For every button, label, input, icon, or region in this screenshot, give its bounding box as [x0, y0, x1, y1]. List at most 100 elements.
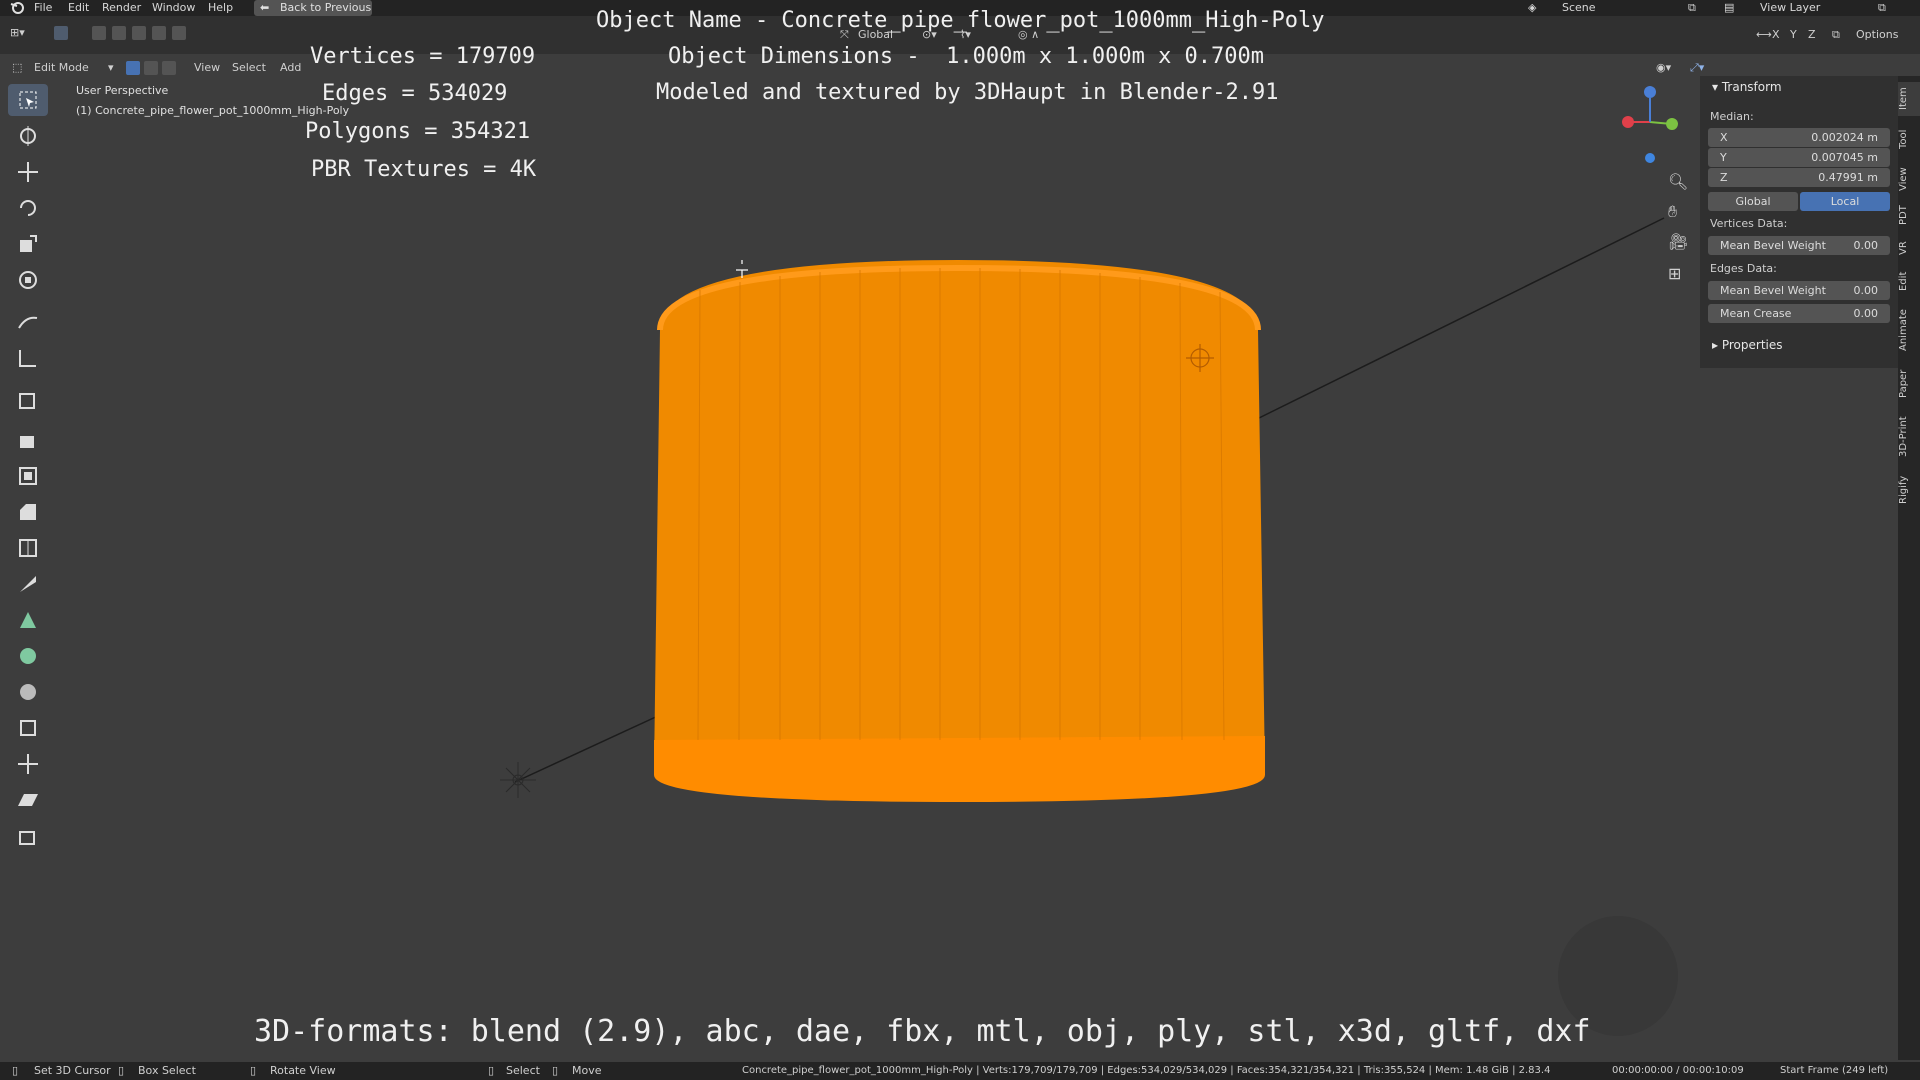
tab-vr[interactable]: VR [1898, 236, 1920, 260]
vertex-bevel-weight-field[interactable]: Mean Bevel Weight 0.00 [1708, 236, 1890, 255]
edge-slide-tool-icon[interactable] [8, 712, 48, 744]
sidebar-n-panel: ▾ Transform Median: X 0.002024 m Y 0.00704… [1700, 76, 1898, 368]
copy-scene-icon[interactable]: ⧉ [1688, 0, 1696, 16]
status-bar: ▯ Set 3D Cursor ▯ Box Select ▯ Rotate Vi… [0, 1062, 1920, 1080]
select-mode-subtract-icon[interactable] [132, 26, 146, 40]
view-layer-icon[interactable]: ▤ [1724, 0, 1734, 16]
mouse-select-icon: ▯ [488, 1064, 495, 1077]
mean-crease-field[interactable]: Mean Crease 0.00 [1708, 304, 1890, 323]
ortho-grid-icon[interactable]: ⊞ [1668, 264, 1681, 283]
transform-panel-header[interactable]: ▾ Transform [1712, 80, 1782, 94]
gizmo-toggle-icon[interactable]: ⤢▾ [1690, 59, 1704, 77]
tab-rigify[interactable]: Rigify [1898, 470, 1920, 510]
navigation-gizmo [1622, 86, 1678, 163]
select-tool-icon[interactable] [54, 26, 68, 40]
view-menu[interactable]: View [194, 59, 220, 77]
select-mode-new-icon[interactable] [92, 26, 106, 40]
editor-type-icon[interactable]: ⊞▾ [10, 24, 25, 42]
pan-hand-icon[interactable]: ✋︎ [1668, 202, 1677, 222]
mouse-right-icon: ▯ [250, 1064, 257, 1077]
properties-panel-header[interactable]: ▸ Properties [1712, 338, 1783, 352]
light-line [514, 714, 661, 783]
spin-tool-icon[interactable] [8, 640, 48, 672]
knife-tool-icon[interactable] [8, 568, 48, 600]
auto-merge-icon[interactable]: ⧉ [1832, 26, 1840, 44]
bevel-tool-icon[interactable] [8, 496, 48, 528]
mirror-icon[interactable]: ⟷ [1756, 26, 1772, 44]
cursor-tool-icon[interactable] [8, 120, 48, 152]
select-mode-extend-icon[interactable] [112, 26, 126, 40]
inset-tool-icon[interactable] [8, 460, 48, 492]
status-box-select: Box Select [138, 1064, 196, 1077]
mode-chevron-icon[interactable]: ▾ [108, 59, 114, 77]
face-select-icon[interactable] [162, 61, 176, 75]
tab-pdt[interactable]: PDT [1898, 200, 1920, 230]
camera-view-icon[interactable]: 🎥︎ [1668, 232, 1688, 251]
scene-selector[interactable]: Scene [1562, 0, 1596, 16]
mirror-x[interactable]: X [1772, 26, 1780, 44]
status-select: Select [506, 1064, 540, 1077]
options-dropdown[interactable]: Options [1856, 26, 1898, 44]
add-cube-tool-icon[interactable] [8, 384, 48, 416]
scene-statistics: Concrete_pipe_flower_pot_1000mm_High-Pol… [742, 1065, 1551, 1076]
smooth-tool-icon[interactable] [8, 676, 48, 708]
status-set-cursor: Set 3D Cursor [34, 1064, 111, 1077]
tab-3d-print[interactable]: 3D-Print [1898, 410, 1920, 464]
select-mode-invert-icon[interactable] [152, 26, 166, 40]
menu-render[interactable]: Render [102, 0, 141, 16]
mirror-y[interactable]: Y [1790, 26, 1797, 44]
median-y-field[interactable]: Y 0.007045 m [1708, 148, 1890, 167]
local-toggle[interactable]: Local [1800, 192, 1890, 211]
extrude-tool-icon[interactable] [8, 424, 48, 456]
start-frame: Start Frame (249 left) [1780, 1065, 1889, 1076]
tab-animate[interactable]: Animate [1898, 302, 1920, 358]
menu-help[interactable]: Help [208, 0, 233, 16]
back-to-previous-button[interactable]: ⬅ Back to Previous [254, 0, 372, 16]
menu-edit[interactable]: Edit [68, 0, 89, 16]
perspective-label: User Perspective [76, 84, 169, 97]
mode-icon[interactable]: ⬚ [12, 59, 22, 77]
annotate-tool-icon[interactable] [8, 306, 48, 338]
edge-select-icon[interactable] [144, 61, 158, 75]
median-x-field[interactable]: X 0.002024 m [1708, 128, 1890, 147]
transform-tool-icon[interactable] [8, 264, 48, 296]
edge-bevel-weight-field[interactable]: Mean Bevel Weight 0.00 [1708, 281, 1890, 300]
shrink-fatten-tool-icon[interactable] [8, 748, 48, 780]
view-layer-selector[interactable]: View Layer [1760, 0, 1820, 16]
zoom-icon[interactable]: 🔍︎ [1668, 172, 1688, 191]
menu-window[interactable]: Window [152, 0, 195, 16]
tab-paper[interactable]: Paper [1898, 364, 1920, 404]
median-z-field[interactable]: Z 0.47991 m [1708, 168, 1890, 187]
global-toggle[interactable]: Global [1708, 192, 1798, 211]
blender-logo-icon[interactable] [10, 0, 24, 16]
mode-dropdown[interactable]: Edit Mode [34, 59, 89, 77]
loop-cut-tool-icon[interactable] [8, 532, 48, 564]
select-menu[interactable]: Select [232, 59, 266, 77]
mouse-move-icon: ▯ [552, 1064, 559, 1077]
tab-view[interactable]: View [1898, 162, 1920, 196]
visibility-icon[interactable]: ◉▾ [1656, 59, 1671, 77]
copy-view-layer-icon[interactable]: ⧉ [1878, 0, 1886, 16]
tab-edit[interactable]: Edit [1898, 266, 1920, 296]
shear-tool-icon[interactable] [8, 784, 48, 816]
3d-viewport[interactable]: ⬚ Edit Mode ▾ View Select Add ◉▾ ⤢▾ User… [0, 8, 1704, 1060]
select-mode-intersect-icon[interactable] [172, 26, 186, 40]
move-tool-icon[interactable] [8, 156, 48, 188]
add-menu[interactable]: Add [280, 59, 301, 77]
pot-body [654, 260, 1265, 800]
scale-tool-icon[interactable] [8, 228, 48, 260]
menu-file[interactable]: File [34, 0, 52, 16]
tab-item[interactable]: Item [1898, 82, 1920, 116]
vertex-select-icon[interactable] [126, 61, 140, 75]
object-dimensions-text: Object Dimensions - 1.000m x 1.000m x 0.… [668, 44, 1265, 69]
rip-tool-icon[interactable] [8, 820, 48, 852]
select-box-tool-icon[interactable] [8, 84, 48, 116]
tool-shelf [8, 84, 48, 862]
poly-build-tool-icon[interactable] [8, 604, 48, 636]
scene-icon[interactable]: ◈ [1528, 0, 1536, 16]
measure-tool-icon[interactable] [8, 342, 48, 374]
tab-tool[interactable]: Tool [1898, 122, 1920, 156]
edges-stat: Edges = 534029 [322, 81, 508, 106]
mirror-z[interactable]: Z [1808, 26, 1816, 44]
rotate-tool-icon[interactable] [8, 192, 48, 224]
